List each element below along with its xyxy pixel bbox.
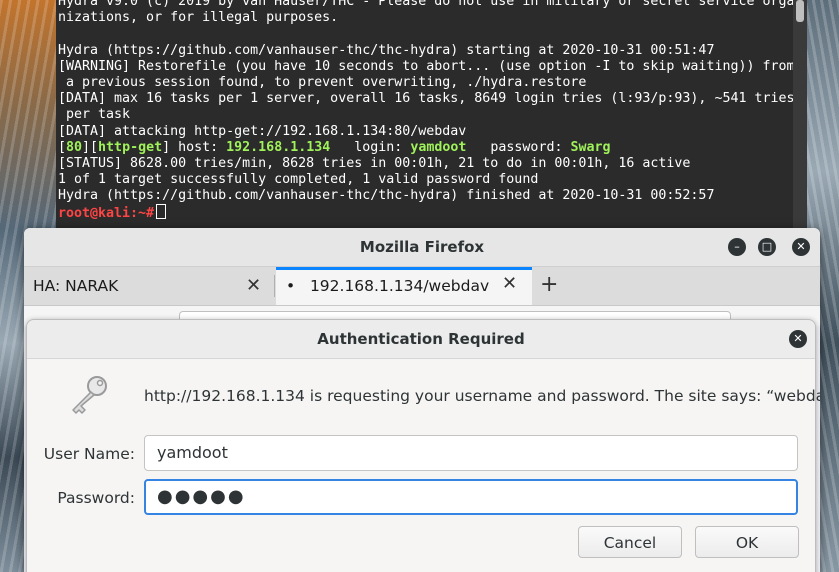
- terminal-line: [DATA] max 16 tasks per 1 server, overal…: [58, 91, 795, 107]
- password-label: Password:: [57, 489, 135, 507]
- terminal-line: 1 of 1 target successfully completed, 1 …: [58, 172, 539, 188]
- terminal-line: [STATUS] 8628.00 tries/min, 8628 tries i…: [58, 155, 691, 171]
- terminal-window[interactable]: Hydra v9.0 (c) 2019 by van Hauser/THC - …: [56, 0, 807, 232]
- terminal-line: [WARNING] Restorefile (you have 10 secon…: [58, 58, 795, 74]
- terminal-prompt-line[interactable]: root@kali:~#: [58, 204, 791, 222]
- new-tab-button[interactable]: +: [540, 267, 558, 303]
- result-port: 80: [66, 139, 83, 155]
- username-field[interactable]: yamdoot: [144, 435, 798, 471]
- result-login-label: login:: [354, 139, 403, 155]
- result-password: Swarg: [570, 139, 611, 155]
- key-icon: [72, 376, 107, 414]
- dialog-header: Authentication Required ✕: [27, 320, 815, 359]
- terminal-line: Hydra (https://github.com/vanhauser-thc/…: [58, 188, 715, 204]
- result-host: 192.168.1.134: [226, 139, 331, 155]
- terminal-result-line: [80][http-get] host: 192.168.1.134 login…: [58, 139, 611, 155]
- tab-webdav[interactable]: • 192.168.1.134/webdav ✕: [276, 267, 532, 305]
- tab-strip: HA: NARAK ✕ • 192.168.1.134/webdav ✕ +: [24, 267, 820, 306]
- firefox-window: Mozilla Firefox – □ ✕ HA: NARAK ✕ • 192.…: [24, 228, 820, 572]
- window-title: Mozilla Firefox: [359, 238, 485, 256]
- tab-ha-narak[interactable]: HA: NARAK ✕: [24, 267, 274, 305]
- close-window-icon[interactable]: ✕: [792, 238, 810, 256]
- result-login: yamdoot: [410, 139, 467, 155]
- terminal-output: Hydra v9.0 (c) 2019 by van Hauser/THC - …: [58, 0, 795, 222]
- password-field[interactable]: ●●●●●: [144, 479, 798, 515]
- terminal-line: Hydra v9.0 (c) 2019 by van Hauser/THC - …: [58, 0, 795, 9]
- dialog-close-icon[interactable]: ✕: [789, 330, 807, 348]
- terminal-scrollbar[interactable]: [793, 0, 807, 232]
- tab-bullet: •: [286, 277, 296, 295]
- terminal-line: Hydra (https://github.com/vanhauser-thc/…: [58, 42, 715, 58]
- cancel-button[interactable]: Cancel: [578, 526, 682, 558]
- dialog-title: Authentication Required: [317, 330, 525, 348]
- maximize-icon[interactable]: □: [758, 238, 776, 256]
- firefox-titlebar[interactable]: Mozilla Firefox – □ ✕: [24, 228, 820, 267]
- terminal-cursor: [156, 204, 167, 220]
- auth-dialog: Authentication Required ✕ http://192.168…: [26, 319, 820, 572]
- username-label: User Name:: [43, 445, 135, 463]
- terminal-line: nizations, or for illegal purposes.: [58, 10, 339, 26]
- terminal-line: per task: [58, 107, 131, 123]
- terminal-scrollbar-thumb[interactable]: [796, 0, 804, 22]
- terminal-line: [DATA] attacking http-get://192.168.1.13…: [58, 123, 467, 139]
- result-service: http-get: [98, 139, 163, 155]
- minimize-icon[interactable]: –: [728, 238, 746, 256]
- tab-label: 192.168.1.134/webdav: [309, 277, 490, 295]
- tab-label: HA: NARAK: [33, 277, 119, 295]
- auth-message: http://192.168.1.134 is requesting your …: [144, 387, 820, 405]
- tab-divider: [274, 275, 275, 297]
- tab-close-icon[interactable]: ✕: [246, 267, 261, 305]
- terminal-line: a previous session found, to prevent ove…: [58, 74, 587, 90]
- result-password-label: password:: [490, 139, 563, 155]
- result-host-label: host:: [178, 139, 219, 155]
- terminal-prompt: root@kali:~#: [58, 206, 155, 222]
- tab-close-icon[interactable]: ✕: [502, 267, 517, 300]
- ok-button[interactable]: OK: [695, 526, 799, 558]
